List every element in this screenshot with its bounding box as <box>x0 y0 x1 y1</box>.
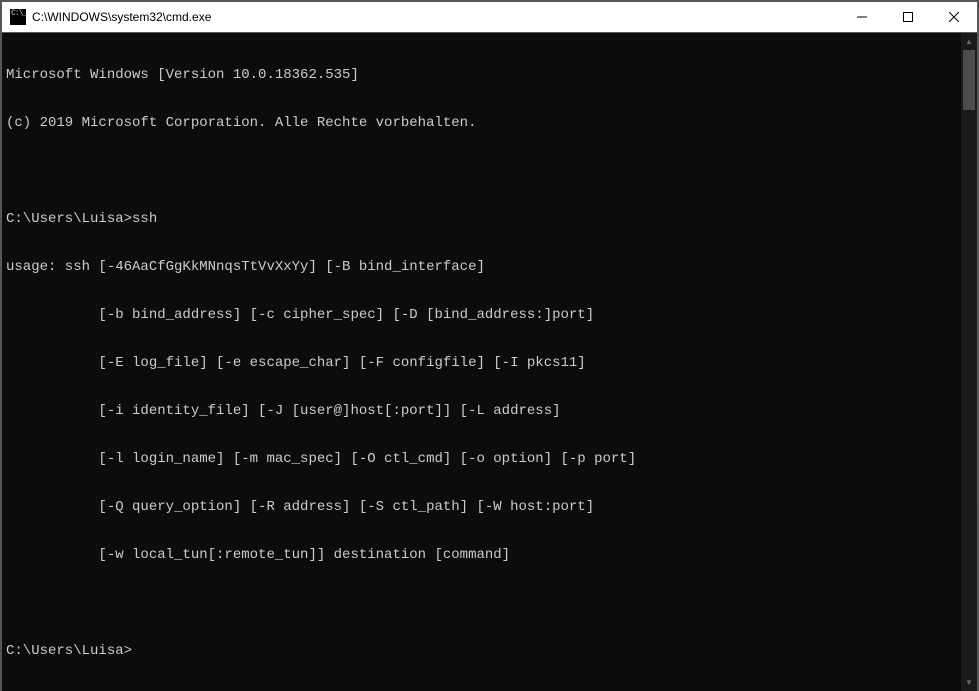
output-line: [-Q query_option] [-R address] [-S ctl_p… <box>6 499 961 515</box>
window-title: C:\WINDOWS\system32\cmd.exe <box>32 10 211 24</box>
terminal[interactable]: Microsoft Windows [Version 10.0.18362.53… <box>2 33 961 691</box>
output-line: [-E log_file] [-e escape_char] [-F confi… <box>6 355 961 371</box>
titlebar[interactable]: C:\WINDOWS\system32\cmd.exe <box>2 2 977 32</box>
prompt: C:\Users\Luisa> <box>6 211 132 227</box>
prompt-line: C:\Users\Luisa> <box>6 643 961 659</box>
cmd-window: C:\WINDOWS\system32\cmd.exe Microsoft Wi… <box>1 1 978 511</box>
command-input: ssh <box>132 211 157 227</box>
vertical-scrollbar[interactable]: ▲ ▼ <box>961 33 977 691</box>
scroll-thumb[interactable] <box>963 50 975 110</box>
output-line: Microsoft Windows [Version 10.0.18362.53… <box>6 67 961 83</box>
output-line <box>6 595 961 611</box>
scroll-track[interactable] <box>961 50 977 674</box>
output-line: usage: ssh [-46AaCfGgKkMNnqsTtVvXxYy] [-… <box>6 259 961 275</box>
prompt-line: C:\Users\Luisa>ssh <box>6 211 961 227</box>
close-button[interactable] <box>931 2 977 32</box>
cmd-icon <box>10 9 26 25</box>
prompt: C:\Users\Luisa> <box>6 643 132 659</box>
output-line: [-b bind_address] [-c cipher_spec] [-D [… <box>6 307 961 323</box>
output-line: [-w local_tun[:remote_tun]] destination … <box>6 547 961 563</box>
scroll-down-arrow-icon[interactable]: ▼ <box>961 674 977 691</box>
output-line: [-i identity_file] [-J [user@]host[:port… <box>6 403 961 419</box>
minimize-button[interactable] <box>839 2 885 32</box>
output-line: [-l login_name] [-m mac_spec] [-O ctl_cm… <box>6 451 961 467</box>
output-line <box>6 163 961 179</box>
output-line: (c) 2019 Microsoft Corporation. Alle Rec… <box>6 115 961 131</box>
client-area: Microsoft Windows [Version 10.0.18362.53… <box>2 32 977 691</box>
maximize-button[interactable] <box>885 2 931 32</box>
scroll-up-arrow-icon[interactable]: ▲ <box>961 33 977 50</box>
